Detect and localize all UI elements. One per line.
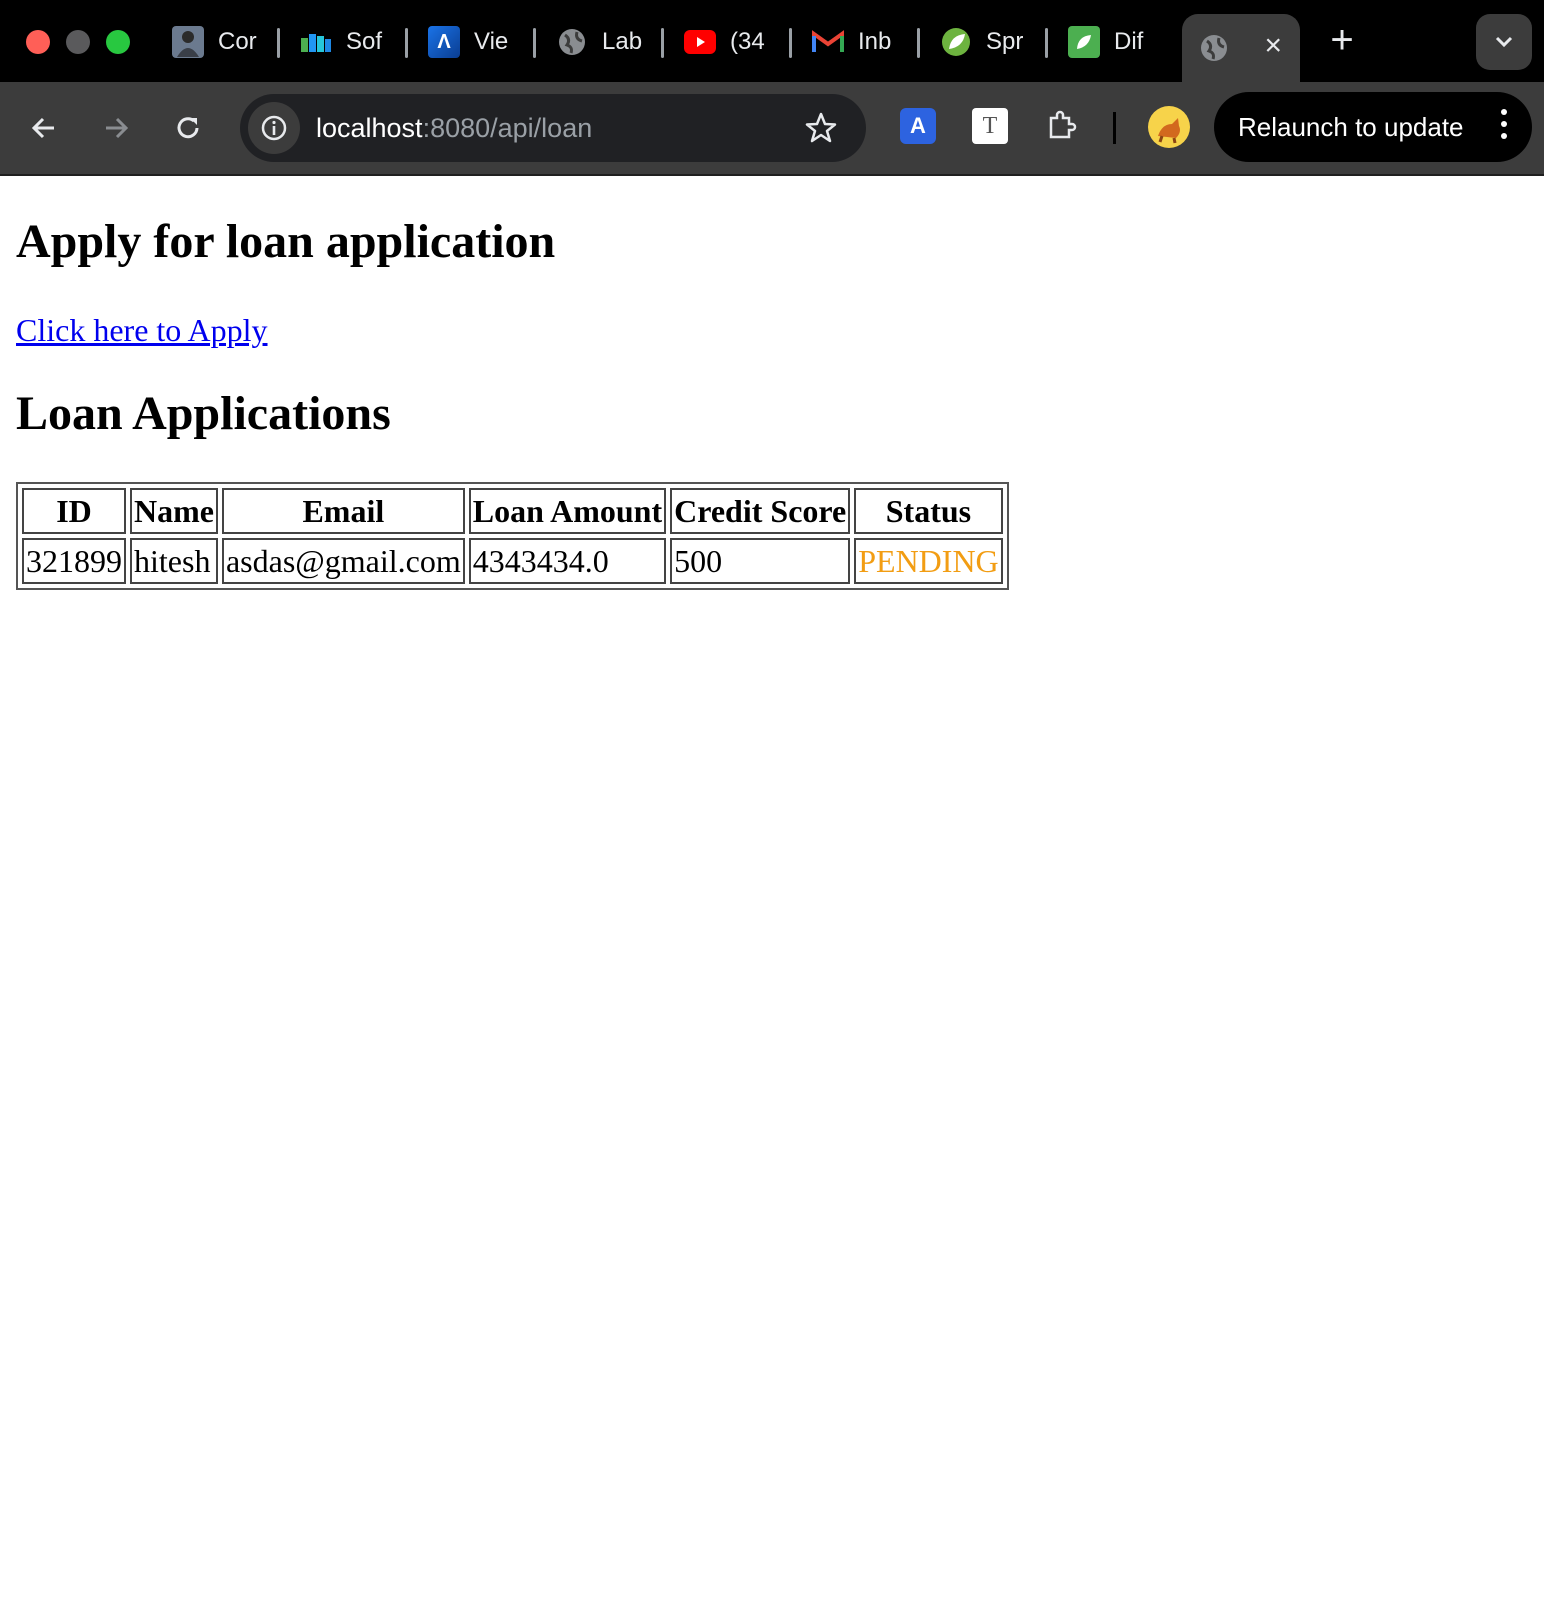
tab-gmail[interactable]: Inb <box>800 20 912 64</box>
forward-button[interactable] <box>94 106 138 150</box>
column-header-credit-score: Credit Score <box>670 488 851 534</box>
youtube-icon <box>684 26 716 58</box>
close-tab-icon[interactable]: × <box>1264 30 1282 62</box>
tab-search-button[interactable] <box>1476 14 1532 70</box>
green-leaf-icon <box>1068 26 1100 58</box>
tab-lab[interactable]: Lab <box>544 20 656 64</box>
tab-separator <box>917 28 920 58</box>
tab-title: Lab <box>602 28 643 55</box>
tab-youtube[interactable]: (34 <box>672 20 784 64</box>
gmail-icon <box>812 26 844 58</box>
tab-title: Sof <box>346 28 383 55</box>
cell-loan-amount: 4343434.0 <box>468 538 667 584</box>
url-path: :8080/api/loan <box>422 112 593 143</box>
column-header-name: Name <box>130 488 218 534</box>
cell-status: PENDING <box>854 538 1003 584</box>
tab-cor[interactable]: Cor <box>160 20 272 64</box>
relaunch-button[interactable]: Relaunch to update <box>1214 92 1532 162</box>
arrow-right-icon <box>106 117 129 139</box>
url-host: localhost <box>316 112 423 143</box>
relaunch-label: Relaunch to update <box>1238 111 1464 142</box>
tab-separator <box>661 28 664 58</box>
arrow-left-icon <box>31 117 54 139</box>
tab-title: Inb <box>858 28 892 55</box>
apply-link[interactable]: Click here to Apply <box>16 312 268 349</box>
translate-extension-icon[interactable]: A <box>900 108 936 144</box>
tab-vie[interactable]: Λ Vie <box>416 20 528 64</box>
new-tab-button[interactable]: + <box>1322 16 1362 64</box>
tab-separator <box>277 28 280 58</box>
tab-spring[interactable]: Spr <box>928 20 1040 64</box>
tab-active[interactable]: × <box>1182 14 1300 82</box>
tab-separator <box>1045 28 1048 58</box>
browser-toolbar: localhost:8080/api/loan A T Relaunch to … <box>0 82 1544 176</box>
maximize-window-button[interactable] <box>106 30 130 54</box>
tab-separator <box>533 28 536 58</box>
globe-icon <box>1198 32 1230 64</box>
reload-button[interactable] <box>166 106 210 150</box>
reload-icon <box>177 117 199 139</box>
site-info-icon[interactable] <box>248 102 300 154</box>
table-heading: Loan Applications <box>16 387 391 440</box>
bookmark-star-icon[interactable] <box>804 111 838 150</box>
column-header-email: Email <box>221 488 465 534</box>
chevron-down-icon <box>1495 36 1513 48</box>
toolbar-divider <box>1113 112 1116 144</box>
tab-title: Vie <box>474 28 509 55</box>
tab-separator <box>405 28 408 58</box>
column-header-id: ID <box>22 488 126 534</box>
tab-strip: Cor Sof Λ Vie Lab (34 Inb Spr Dif × + <box>0 0 1544 82</box>
url-text[interactable]: localhost:8080/api/loan <box>316 113 592 144</box>
column-header-status: Status <box>854 488 1003 534</box>
loan-applications-table: ID Name Email Loan Amount Credit Score S… <box>16 482 1009 590</box>
spring-leaf-icon <box>940 26 972 58</box>
tab-dif[interactable]: Dif <box>1056 20 1168 64</box>
back-button[interactable] <box>22 106 66 150</box>
table-row: 321899 hitesh asdas@gmail.com 4343434.0 … <box>22 538 1003 584</box>
tab-sof[interactable]: Sof <box>288 20 400 64</box>
profile-photo-icon <box>172 26 204 58</box>
arrow-a-icon: Λ <box>428 26 460 58</box>
page-title: Apply for loan application <box>16 215 556 268</box>
table-header-row: ID Name Email Loan Amount Credit Score S… <box>22 488 1003 534</box>
close-window-button[interactable] <box>26 30 50 54</box>
cell-credit-score: 500 <box>670 538 851 584</box>
more-menu-icon[interactable] <box>1500 109 1508 145</box>
column-header-loan-amount: Loan Amount <box>468 488 667 534</box>
tab-separator <box>789 28 792 58</box>
minimize-window-button[interactable] <box>66 30 90 54</box>
address-bar[interactable]: localhost:8080/api/loan <box>240 94 866 162</box>
tab-title: (34 <box>730 28 765 55</box>
tab-title: Cor <box>218 28 257 55</box>
globe-icon <box>556 26 588 58</box>
profile-avatar[interactable] <box>1148 106 1190 148</box>
books-icon <box>300 26 332 58</box>
tab-title: Spr <box>986 28 1024 55</box>
tab-title: Dif <box>1114 28 1144 55</box>
cell-name: hitesh <box>130 538 218 584</box>
text-extension-icon[interactable]: T <box>972 108 1008 144</box>
cell-email: asdas@gmail.com <box>221 538 465 584</box>
extensions-puzzle-icon[interactable] <box>1044 108 1080 144</box>
cell-id: 321899 <box>22 538 126 584</box>
